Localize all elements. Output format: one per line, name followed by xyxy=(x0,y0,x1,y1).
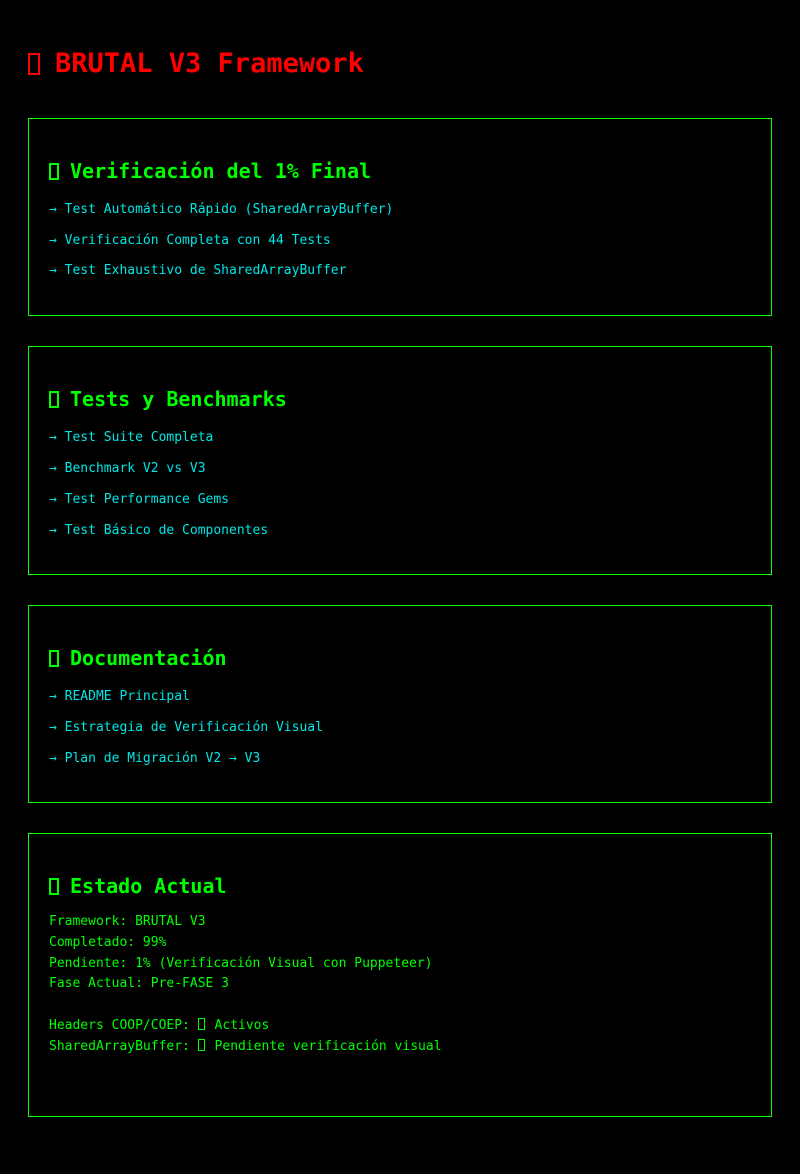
status-line: Fase Actual: Pre-FASE 3 xyxy=(49,976,230,992)
section-title: Tests y Benchmarks xyxy=(49,387,751,411)
box-glyph-icon xyxy=(28,53,40,75)
link-readme[interactable]: → README Principal xyxy=(49,689,751,705)
section-title: Documentación xyxy=(49,646,751,670)
link-performance-gems[interactable]: → Test Performance Gems xyxy=(49,492,751,508)
status-line-headers: Headers COOP/COEP: Activos xyxy=(49,1017,270,1033)
link-list: → README Principal → Estrategia de Verif… xyxy=(49,689,751,767)
link-list: → Test Automático Rápido (SharedArrayBuf… xyxy=(49,202,751,279)
status-line: Framework: BRUTAL V3 xyxy=(49,914,206,929)
status-line: Pendiente: 1% (Verificación Visual con P… xyxy=(49,955,433,971)
link-test-suite[interactable]: → Test Suite Completa xyxy=(49,430,751,446)
box-glyph-icon xyxy=(49,877,59,895)
box-glyph-icon xyxy=(49,162,59,180)
status-line-sab: SharedArrayBuffer: Pendiente verificació… xyxy=(49,1038,442,1054)
link-full-verification[interactable]: → Verificación Completa con 44 Tests xyxy=(49,233,751,249)
section-status: Estado Actual Framework: BRUTAL V3 Compl… xyxy=(28,833,772,1117)
status-line: Completado: 99% xyxy=(49,934,167,950)
status-block: Framework: BRUTAL V3 Completado: 99% Pen… xyxy=(49,912,751,1058)
check-glyph-icon xyxy=(197,1017,205,1030)
link-list: → Test Suite Completa → Benchmark V2 vs … xyxy=(49,430,751,539)
link-visual-strategy[interactable]: → Estrategia de Verificación Visual xyxy=(49,720,751,736)
link-basic-components[interactable]: → Test Básico de Componentes xyxy=(49,523,751,539)
box-glyph-icon xyxy=(49,390,59,408)
pending-glyph-icon xyxy=(197,1038,205,1051)
link-exhaustive-sab-test[interactable]: → Test Exhaustivo de SharedArrayBuffer xyxy=(49,263,751,279)
link-quick-auto-test[interactable]: → Test Automático Rápido (SharedArrayBuf… xyxy=(49,202,751,218)
page-title: BRUTAL V3 Framework xyxy=(28,0,772,118)
page-title-text: BRUTAL V3 Framework xyxy=(55,48,364,79)
section-title: Verificación del 1% Final xyxy=(49,159,751,183)
page: BRUTAL V3 Framework Verificación del 1% … xyxy=(0,0,800,1117)
section-documentation: Documentación → README Principal → Estra… xyxy=(28,605,772,803)
link-benchmark[interactable]: → Benchmark V2 vs V3 xyxy=(49,461,751,477)
section-tests-benchmarks: Tests y Benchmarks → Test Suite Completa… xyxy=(28,346,772,575)
box-glyph-icon xyxy=(49,649,59,667)
section-verification: Verificación del 1% Final → Test Automát… xyxy=(28,118,772,316)
link-migration-plan[interactable]: → Plan de Migración V2 → V3 xyxy=(49,751,751,767)
section-title: Estado Actual xyxy=(49,874,751,898)
